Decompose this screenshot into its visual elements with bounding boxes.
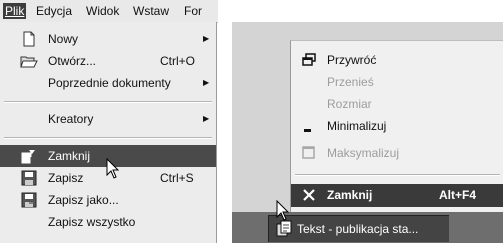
menu-item-kreatory[interactable]: Kreatory ▶ [0, 108, 216, 130]
new-document-icon [20, 31, 38, 47]
close-document-icon [20, 148, 38, 164]
menu-widok[interactable]: Widok [84, 3, 121, 19]
maximize-icon [301, 145, 317, 161]
file-menu: Nowy ▶ Otwórz... Ctrl+O Poprzednie dokum… [0, 22, 217, 243]
minimize-icon [301, 118, 317, 134]
sysmenu-item-przenies[interactable]: Przenieś [291, 71, 503, 93]
menu-edycja[interactable]: Edycja [34, 3, 74, 19]
floppy-disk-as-icon [20, 192, 38, 208]
menu-separator [4, 101, 212, 103]
menu-bar: Plik Edycja Widok Wstaw For [0, 0, 218, 23]
menu-item-poprzednie-dokumenty[interactable]: Poprzednie dokumenty ▶ [0, 72, 216, 94]
sysmenu-item-zamknij[interactable]: Zamknij Alt+F4 [291, 184, 503, 207]
sysmenu-item-rozmiar[interactable]: Rozmiar [291, 93, 503, 115]
floppy-disk-icon [20, 170, 38, 186]
document-app-icon [275, 220, 293, 238]
restore-window-icon [301, 52, 317, 68]
submenu-arrow-icon: ▶ [203, 34, 210, 43]
menu-item-zapisz-wszystko[interactable]: Zapisz wszystko [0, 211, 216, 233]
menu-wstaw[interactable]: Wstaw [131, 3, 171, 19]
open-folder-icon [20, 53, 38, 69]
window-system-menu: Przywróć Przenieś Rozmiar Minimalizuj Ma… [290, 40, 503, 219]
sysmenu-item-przywroc[interactable]: Przywróć [291, 49, 503, 71]
submenu-arrow-icon: ▶ [203, 78, 210, 87]
menu-item-zapisz-jako[interactable]: Zapisz jako... [0, 189, 216, 211]
mouse-pointer-icon [276, 200, 290, 221]
mouse-pointer-icon [106, 158, 120, 179]
menu-format[interactable]: For [182, 3, 204, 19]
sysmenu-separator [295, 174, 500, 176]
menu-separator [4, 137, 212, 139]
menu-item-nowy[interactable]: Nowy ▶ [0, 28, 216, 50]
menu-item-otworz[interactable]: Otwórz... Ctrl+O [0, 50, 216, 72]
sysmenu-item-maksymalizuj[interactable]: Maksymalizuj [291, 142, 503, 164]
sysmenu-item-minimalizuj[interactable]: Minimalizuj [291, 115, 503, 137]
close-x-icon [301, 187, 317, 203]
taskbar-window-button[interactable]: Tekst - publikacja sta... [268, 215, 449, 242]
menu-plik[interactable]: Plik [3, 3, 27, 19]
submenu-arrow-icon: ▶ [203, 114, 210, 123]
